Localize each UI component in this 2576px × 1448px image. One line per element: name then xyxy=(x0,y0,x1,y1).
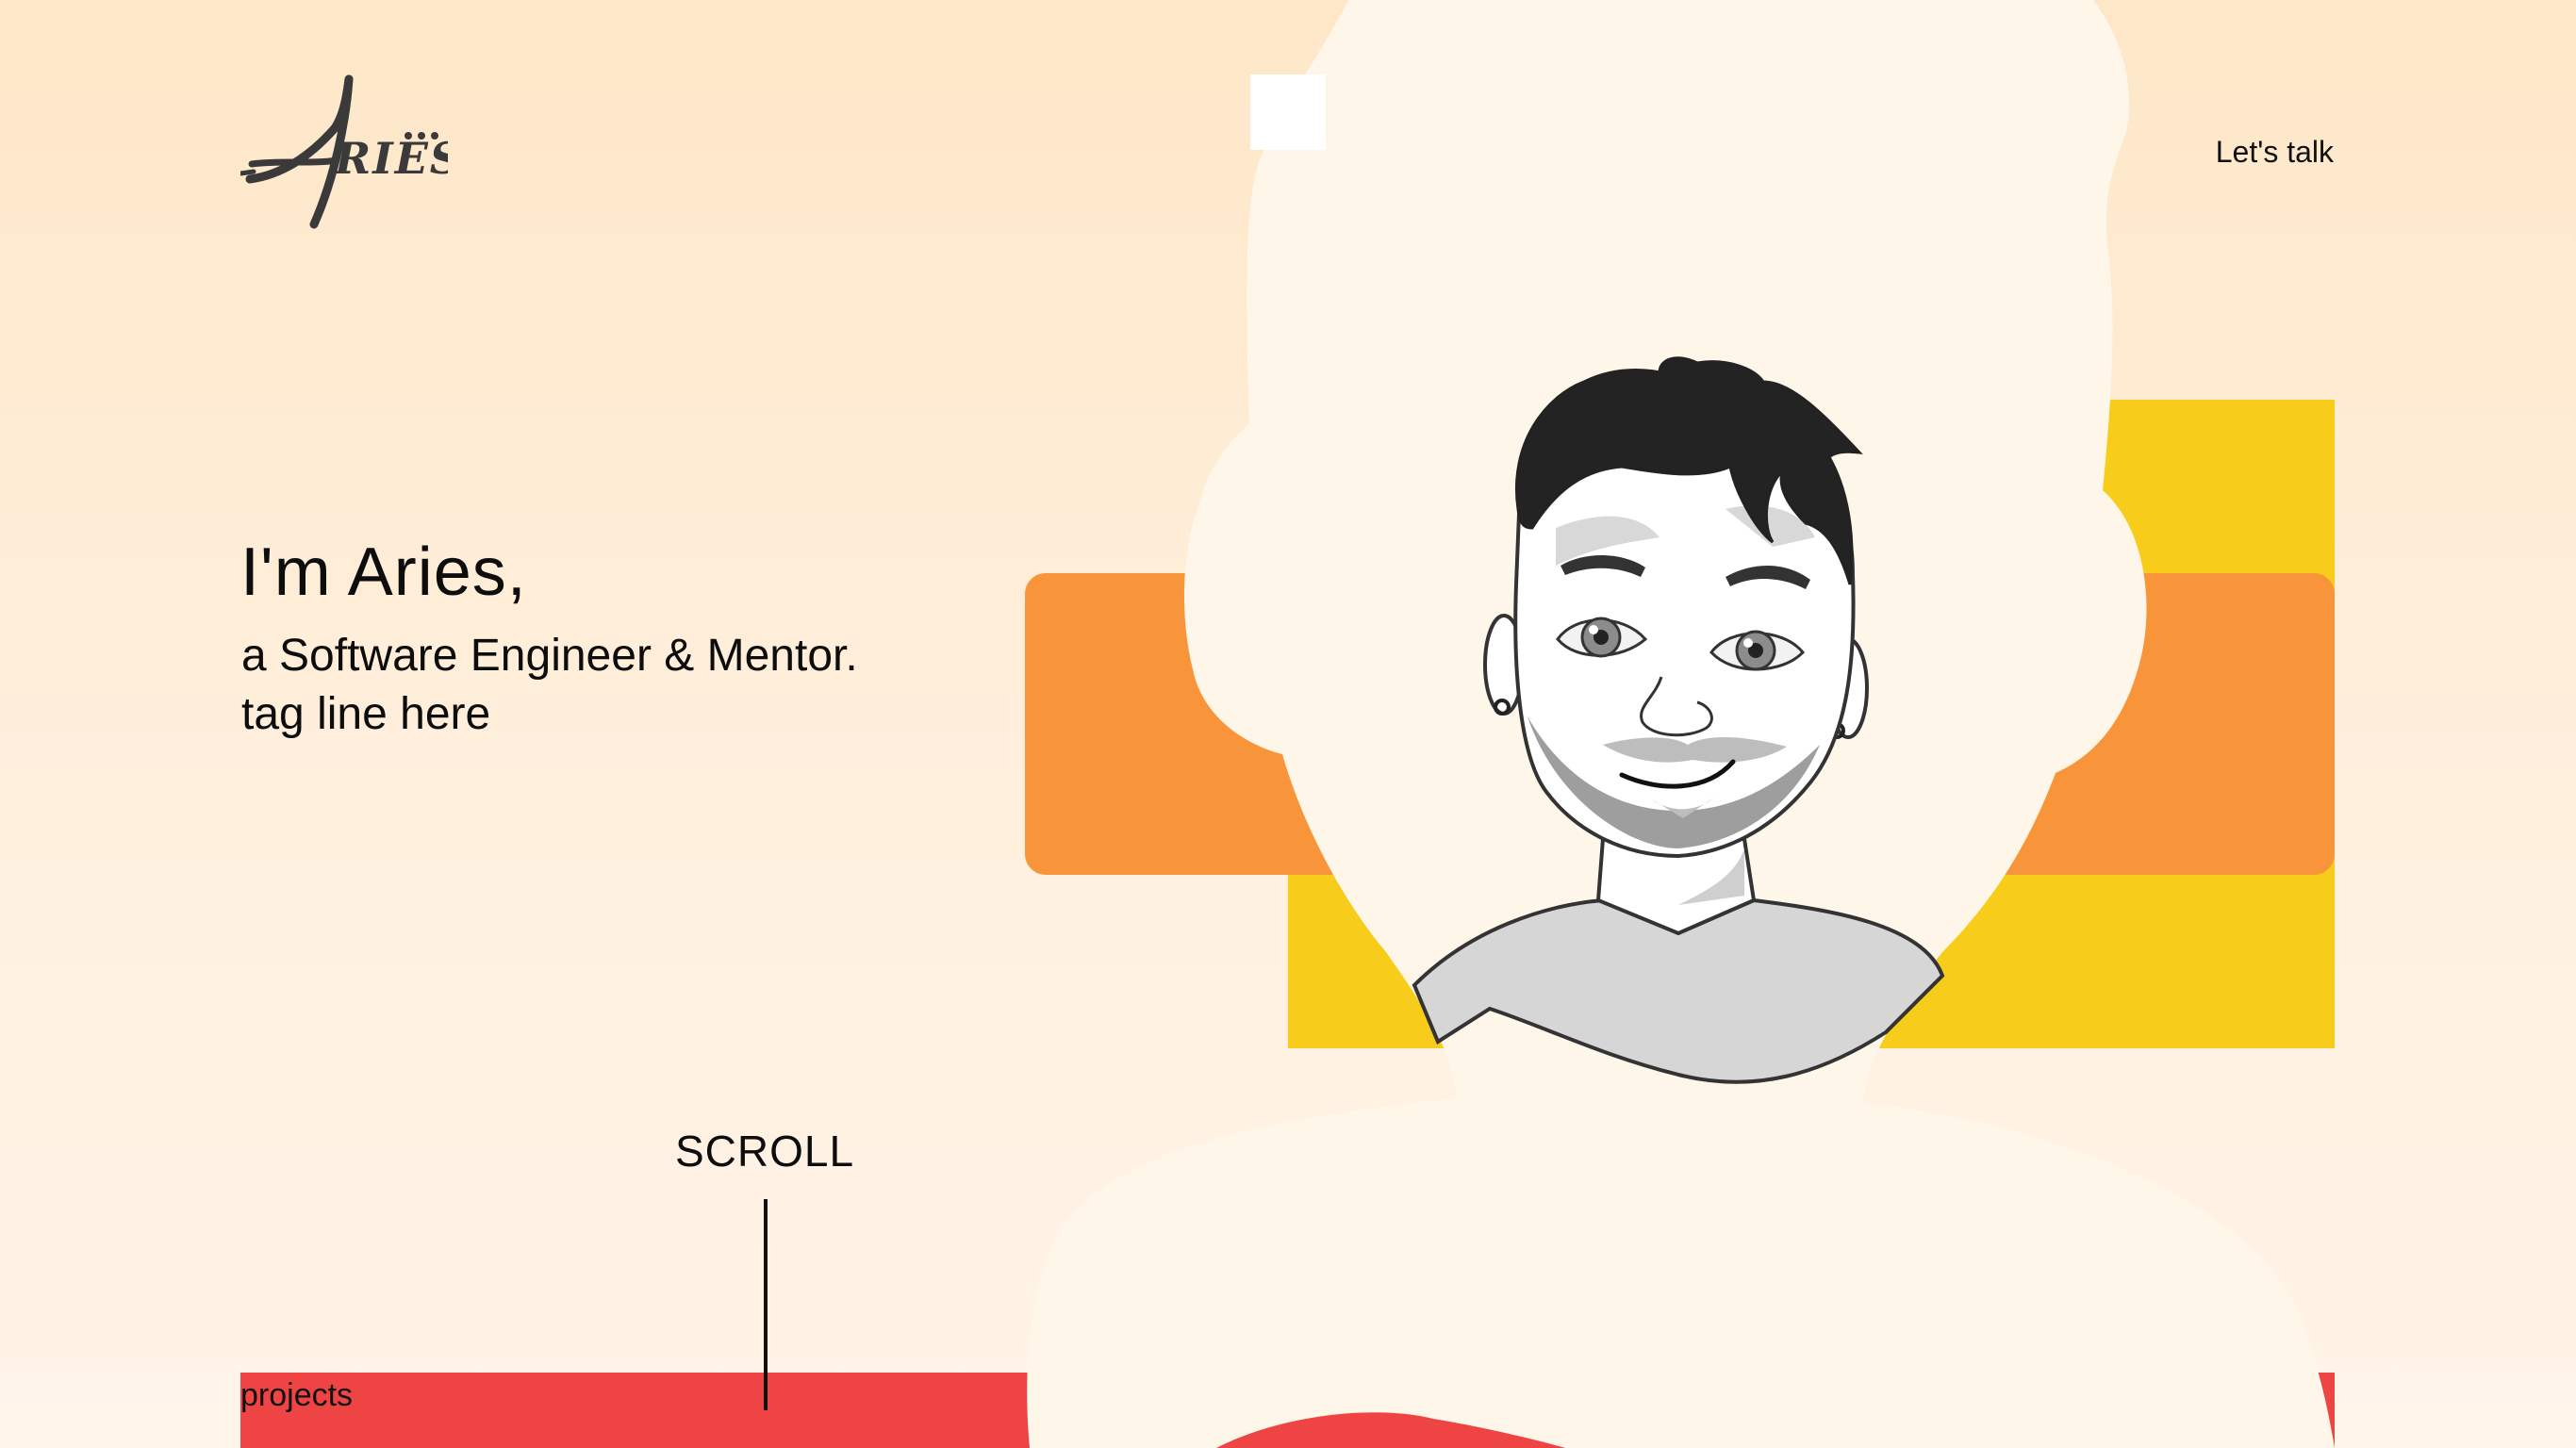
decorative-square xyxy=(1250,74,1326,150)
hero-tagline: tag line here xyxy=(241,689,491,739)
scroll-indicator-label[interactable]: SCROLL xyxy=(675,1126,854,1176)
scroll-indicator-line xyxy=(764,1199,768,1410)
lets-talk-link[interactable]: Let's talk xyxy=(2216,135,2334,170)
hero-subtitle: a Software Engineer & Mentor. xyxy=(241,631,858,681)
orange-accent-block xyxy=(1025,573,2335,875)
svg-text:RIES: RIES xyxy=(333,133,448,184)
projects-section-label: projects xyxy=(240,1377,354,1413)
hero-title: I'm Aries, xyxy=(240,535,527,610)
aries-logo[interactable]: RIES xyxy=(238,74,461,232)
projects-section xyxy=(240,1373,2335,1448)
aries-logo-icon: RIES xyxy=(238,74,461,229)
